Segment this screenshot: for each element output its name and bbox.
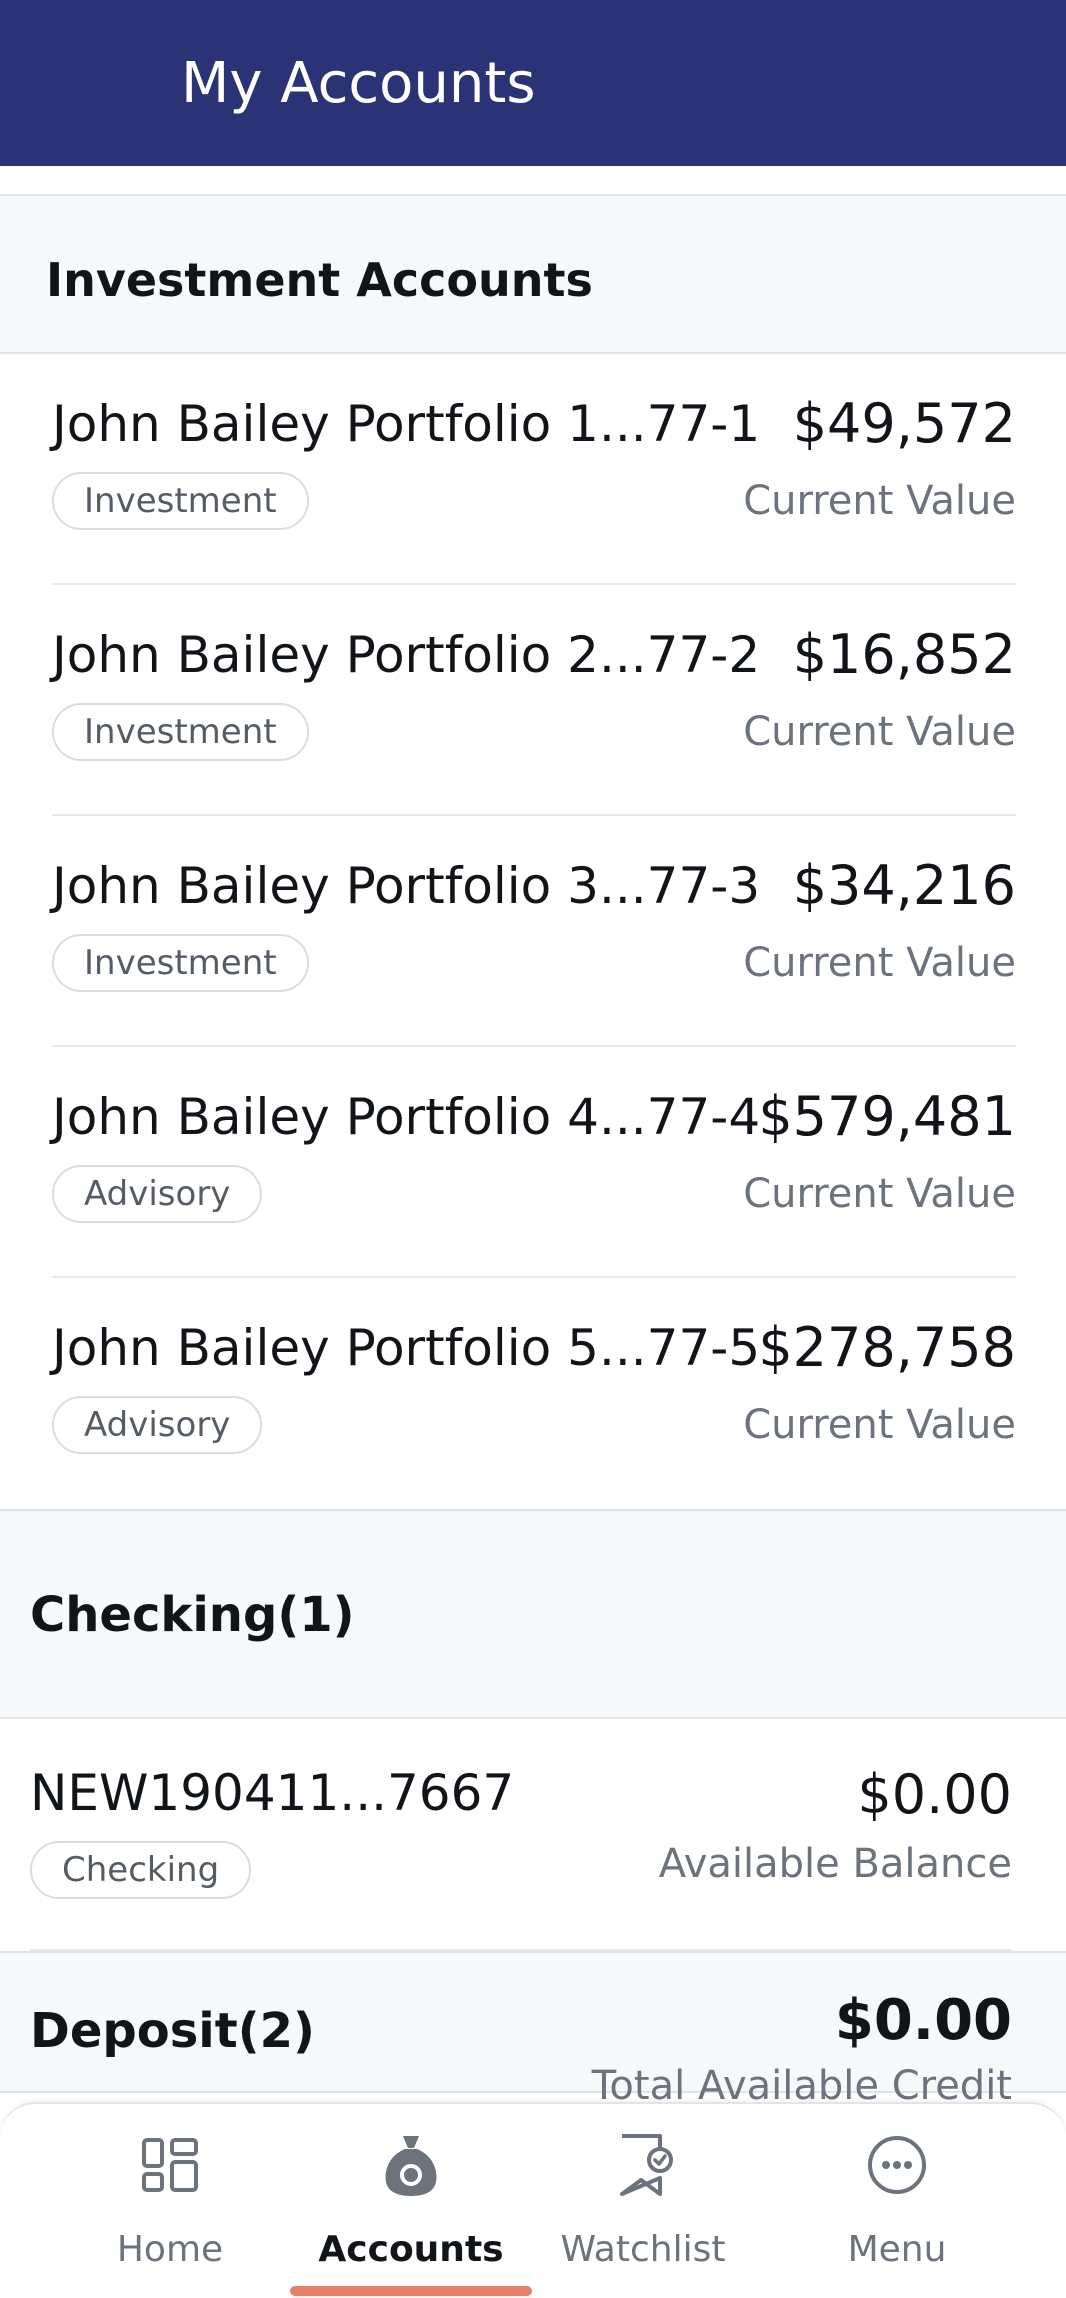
money-bag-icon xyxy=(385,2136,437,2196)
account-value: $49,572 xyxy=(792,392,1016,455)
account-name: John Bailey Portfolio 1...77-1 xyxy=(52,395,761,453)
deposit-total-label: Total Available Credit xyxy=(591,2063,1012,2102)
account-value: $16,852 xyxy=(792,623,1016,686)
account-value-label: Current Value xyxy=(743,1171,1016,1217)
account-type-badge: Investment xyxy=(52,934,309,992)
nav-label: Home xyxy=(116,2229,224,2270)
account-value-label: Current Value xyxy=(743,478,1016,524)
account-value: $278,758 xyxy=(758,1316,1016,1379)
deposit-section: Deposit(2) $0.00 Total Available Credit xyxy=(0,1953,1066,2102)
deposit-total: $0.00 xyxy=(834,1988,1012,2053)
account-row[interactable]: NEW190411...7667 $0.00 Checking Availabl… xyxy=(30,1719,1012,1951)
account-name: John Bailey Portfolio 2...77-2 xyxy=(52,626,761,684)
account-row[interactable]: John Bailey Portfolio 1...77-1 $49,572 I… xyxy=(52,354,1016,585)
account-row[interactable]: John Bailey Portfolio 4...77-4 $579,481 … xyxy=(52,1047,1016,1278)
checking-section-title: Checking(1) xyxy=(30,1587,355,1643)
account-value: $34,216 xyxy=(792,854,1016,917)
account-balance-label: Available Balance xyxy=(658,1841,1012,1887)
account-name: John Bailey Portfolio 5...77-5 xyxy=(52,1319,761,1377)
account-type-badge: Advisory xyxy=(52,1396,263,1454)
nav-menu[interactable]: Menu xyxy=(807,2104,987,2298)
accounts-content[interactable]: Investment Accounts John Bailey Portfoli… xyxy=(0,166,1066,2102)
account-type-badge: Checking xyxy=(30,1841,252,1899)
account-row[interactable]: John Bailey Portfolio 2...77-2 $16,852 I… xyxy=(52,585,1016,816)
investment-section-header: Investment Accounts xyxy=(0,196,1066,354)
nav-label: Menu xyxy=(847,2229,947,2270)
active-tab-indicator xyxy=(290,2286,532,2296)
account-name: John Bailey Portfolio 4...77-4 xyxy=(52,1088,761,1146)
account-row[interactable]: John Bailey Portfolio 3...77-3 $34,216 I… xyxy=(52,816,1016,1047)
checking-section: Checking(1) NEW190411...7667 $0.00 Check… xyxy=(0,1511,1066,1951)
nav-home[interactable]: Home xyxy=(80,2104,260,2298)
investment-account-list: John Bailey Portfolio 1...77-1 $49,572 I… xyxy=(0,354,1066,1509)
grid-icon xyxy=(142,2138,198,2192)
account-value-label: Current Value xyxy=(743,709,1016,755)
account-value-label: Current Value xyxy=(743,940,1016,986)
investment-section-title: Investment Accounts xyxy=(46,253,593,307)
bookmark-check-icon xyxy=(620,2134,673,2196)
account-value: $579,481 xyxy=(758,1085,1016,1148)
account-name: NEW190411...7667 xyxy=(30,1764,515,1822)
nav-label: Watchlist xyxy=(560,2229,726,2270)
nav-watchlist[interactable]: Watchlist xyxy=(553,2104,733,2298)
more-circle-icon xyxy=(868,2136,926,2194)
nav-label: Accounts xyxy=(318,2229,504,2270)
account-type-badge: Investment xyxy=(52,472,309,530)
app-header: My Accounts xyxy=(0,0,1066,166)
bottom-nav: Home Accounts Watchlist Menu xyxy=(0,2102,1066,2298)
account-balance: $0.00 xyxy=(857,1763,1012,1826)
deposit-section-header[interactable]: Deposit(2) $0.00 Total Available Credit xyxy=(0,1953,1066,2102)
deposit-section-title: Deposit(2) xyxy=(30,2003,315,2059)
checking-section-header[interactable]: Checking(1) xyxy=(0,1511,1066,1719)
account-value-label: Current Value xyxy=(743,1402,1016,1448)
page-title: My Accounts xyxy=(181,51,536,116)
nav-accounts[interactable]: Accounts xyxy=(311,2104,511,2298)
top-spacer xyxy=(0,166,1066,196)
account-type-badge: Investment xyxy=(52,703,309,761)
investment-section: Investment Accounts John Bailey Portfoli… xyxy=(0,196,1066,1509)
account-row[interactable]: John Bailey Portfolio 5...77-5 $278,758 … xyxy=(52,1278,1016,1509)
account-name: John Bailey Portfolio 3...77-3 xyxy=(52,857,761,915)
account-type-badge: Advisory xyxy=(52,1165,263,1223)
